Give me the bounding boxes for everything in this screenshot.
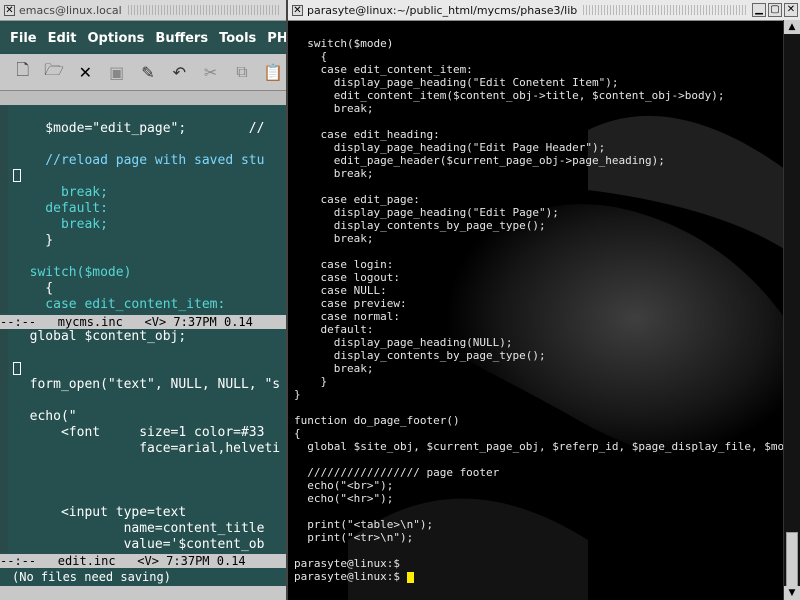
menu-tools[interactable]: Tools <box>219 31 256 46</box>
toolbar-separator <box>0 91 286 105</box>
terminal-line: display_contents_by_page_type(); <box>294 349 546 362</box>
terminal-cursor <box>406 571 414 583</box>
terminal-line: break; <box>294 102 374 115</box>
code-line: //reload page with saved stu <box>14 153 265 168</box>
terminal-prompt: parasyte@linux:$ <box>294 570 407 583</box>
menu-options[interactable]: Options <box>87 31 144 46</box>
terminal-line: break; <box>294 167 374 180</box>
terminal-line: case edit_page: <box>294 193 420 206</box>
terminal-line: display_page_heading("Edit Conetent Item… <box>294 76 619 89</box>
terminal-line: default: <box>294 323 374 336</box>
code-line: echo(" <box>14 409 77 424</box>
terminal-line: { <box>294 427 301 440</box>
emacs-toolbar: 🗋 🗁 ✕ ▣ ✎ ↶ ✂ ⧉ 📋 <box>0 54 286 91</box>
terminal-line: case logout: <box>294 271 400 284</box>
terminal-line: display_contents_by_page_type(); <box>294 219 546 232</box>
code-line: name=content_title <box>14 521 265 536</box>
terminal-line: global $site_obj, $current_page_obj, $re… <box>294 440 800 453</box>
terminal-line: case login: <box>294 258 394 271</box>
terminal-window: ✕ parasyte@linux:~/public_html/mycms/pha… <box>286 0 800 600</box>
open-folder-icon[interactable]: 🗁 <box>41 59 66 85</box>
upper-fringe-marker <box>13 169 21 182</box>
code-line: face=arial,helveti <box>14 441 281 456</box>
copy-icon[interactable]: ⧉ <box>229 59 254 85</box>
lower-buffer-text[interactable]: global $content_obj; form_open("text", N… <box>14 329 286 553</box>
minibuffer[interactable]: (No files need saving) <box>0 568 286 586</box>
emacs-window-title: emacs@linux.local <box>19 3 122 17</box>
terminal-window-title: parasyte@linux:~/public_html/mycms/phase… <box>307 3 578 17</box>
terminal-line: display_page_heading("Edit Page Header")… <box>294 141 606 154</box>
new-file-icon[interactable]: 🗋 <box>10 59 35 85</box>
code-line: switch($mode) <box>14 265 132 280</box>
terminal-prompt: parasyte@linux:$ <box>294 557 400 570</box>
terminal-output[interactable]: switch($mode) { case edit_content_item: … <box>294 37 800 583</box>
scrollbar-thumb[interactable] <box>786 532 798 592</box>
maximize-icon[interactable]: ▢ <box>768 3 782 17</box>
code-line: } <box>14 233 54 248</box>
emacs-menubar: File Edit Options Buffers Tools PHP C <box>0 24 286 52</box>
paste-icon[interactable]: 📋 <box>261 59 286 85</box>
lower-fringe-marker <box>13 362 21 375</box>
code-line: value='$content_ob <box>14 537 265 552</box>
terminal-line: break; <box>294 362 374 375</box>
titlebar-grip <box>127 5 280 15</box>
terminal-line: echo("<hr>"); <box>294 492 394 505</box>
terminal-line: case preview: <box>294 297 407 310</box>
terminal-line: case NULL: <box>294 284 387 297</box>
terminal-line: ///////////////// page footer <box>294 466 500 479</box>
code-line: break; <box>14 217 108 232</box>
undo-icon[interactable]: ↶ <box>167 59 192 85</box>
emacs-window: ✕ emacs@linux.local File Edit Options Bu… <box>0 0 286 600</box>
left-fringe <box>0 106 8 313</box>
menu-edit[interactable]: Edit <box>48 31 77 46</box>
code-line: <input type=text <box>14 505 187 520</box>
upper-modeline[interactable]: --:-- mycms.inc <V> 7:37PM 0.14 <box>0 315 286 329</box>
emacs-titlebar[interactable]: ✕ emacs@linux.local <box>0 0 286 21</box>
terminal-line: edit_content_item($content_obj->title, $… <box>294 89 725 102</box>
code-line: { <box>14 281 54 296</box>
terminal-line: display_page_heading(NULL); <box>294 336 513 349</box>
code-line: break; <box>14 185 108 200</box>
terminal-line: break; <box>294 232 374 245</box>
terminal-scrollbar[interactable]: ▲ ▼ <box>783 20 800 600</box>
code-line: default: <box>14 201 108 216</box>
code-line: global $content_obj; <box>14 329 187 344</box>
lower-modeline[interactable]: --:-- edit.inc <V> 7:37PM 0.14 <box>0 554 286 568</box>
terminal-line: display_page_heading("Edit Page"); <box>294 206 559 219</box>
close-icon[interactable]: ✕ <box>4 4 15 16</box>
terminal-line: function do_page_footer() <box>294 414 460 427</box>
terminal-line: case edit_heading: <box>294 128 440 141</box>
upper-buffer-text[interactable]: $mode="edit_page"; // //reload page with… <box>14 121 286 313</box>
emacs-bottom-bar <box>0 586 286 600</box>
cut-icon[interactable]: ✂ <box>198 59 223 85</box>
left-fringe-lower <box>0 329 8 552</box>
menu-file[interactable]: File <box>10 31 37 46</box>
terminal-line: { <box>294 50 328 63</box>
code-line: $mode="edit_page"; // <box>14 121 265 136</box>
terminal-line: print("<tr>\n"); <box>294 531 414 544</box>
close-x-icon[interactable]: ✕ <box>73 59 98 85</box>
terminal-line: case edit_content_item: <box>294 63 473 76</box>
scroll-down-icon[interactable]: ▼ <box>784 586 800 600</box>
terminal-titlebar[interactable]: ✕ parasyte@linux:~/public_html/mycms/pha… <box>288 0 800 21</box>
scroll-up-icon[interactable]: ▲ <box>784 20 800 34</box>
code-line: case edit_content_item: <box>14 297 226 312</box>
terminal-line: } <box>294 375 328 388</box>
terminal-line: edit_page_header($current_page_obj->page… <box>294 154 665 167</box>
code-line: form_open("text", NULL, NULL, "s <box>14 377 281 392</box>
terminal-line: print("<table>\n"); <box>294 518 434 531</box>
terminal-line: case normal: <box>294 310 400 323</box>
close-icon[interactable]: ✕ <box>292 4 303 16</box>
save-as-icon[interactable]: ✎ <box>135 59 160 85</box>
close-window-icon[interactable]: ✕ <box>784 3 798 17</box>
code-line: <font size=1 color=#33 <box>14 425 265 440</box>
menu-buffers[interactable]: Buffers <box>155 31 208 46</box>
terminal-line: } <box>294 388 301 401</box>
titlebar-grip <box>583 5 746 15</box>
menu-php[interactable]: PHP <box>267 31 286 46</box>
minimize-icon[interactable]: ▁ <box>752 3 766 17</box>
terminal-line: switch($mode) <box>294 37 394 50</box>
terminal-line: echo("<br>"); <box>294 479 394 492</box>
save-disk-icon[interactable]: ▣ <box>104 59 129 85</box>
